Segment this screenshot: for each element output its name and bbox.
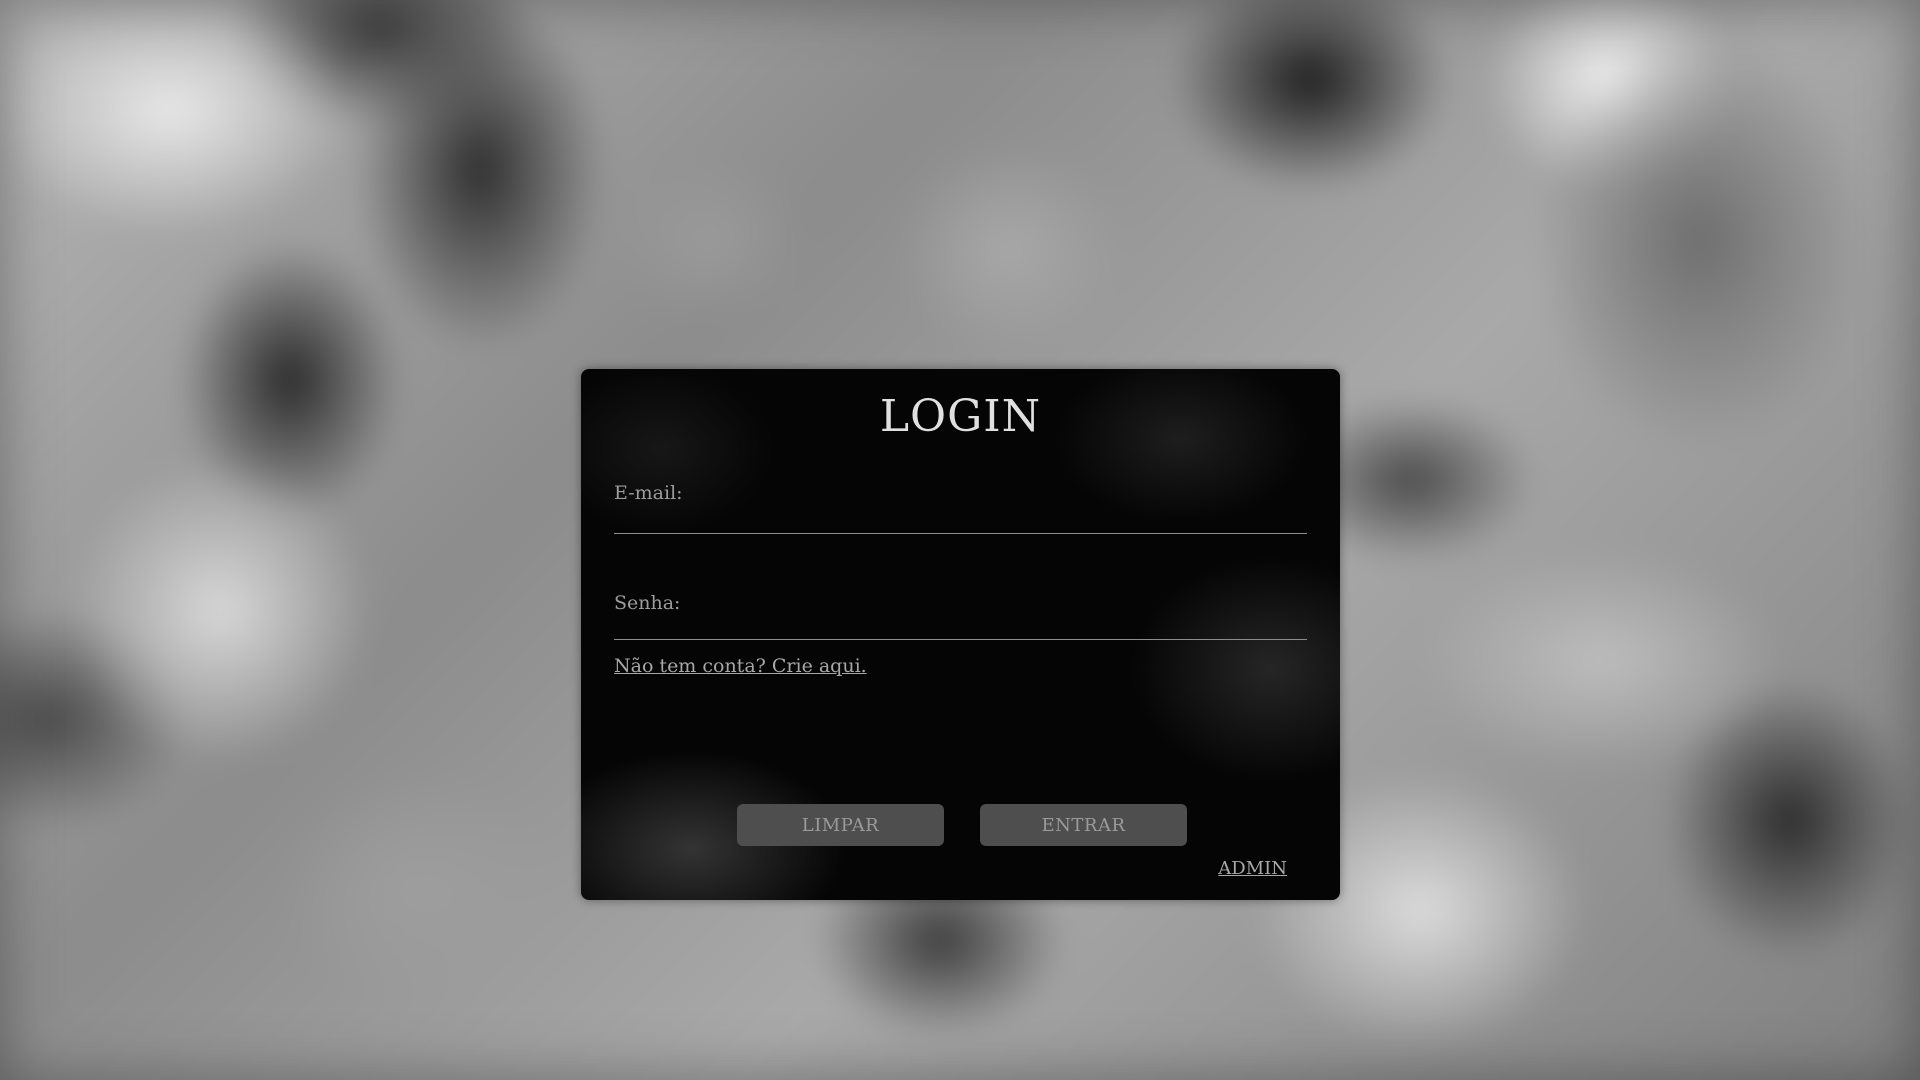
submit-button[interactable]: ENTRAR (980, 804, 1187, 846)
admin-link[interactable]: ADMIN (1218, 858, 1287, 879)
email-input[interactable] (614, 503, 1307, 534)
login-card: LOGIN E-mail: Senha: Não tem conta? Crie… (581, 369, 1340, 900)
password-input[interactable] (614, 609, 1307, 640)
login-title: LOGIN (879, 391, 1042, 442)
email-label: E-mail: (614, 482, 683, 504)
login-page: LOGIN E-mail: Senha: Não tem conta? Crie… (0, 0, 1920, 1080)
clear-button[interactable]: LIMPAR (737, 804, 944, 846)
signup-link[interactable]: Não tem conta? Crie aqui. (614, 655, 867, 677)
